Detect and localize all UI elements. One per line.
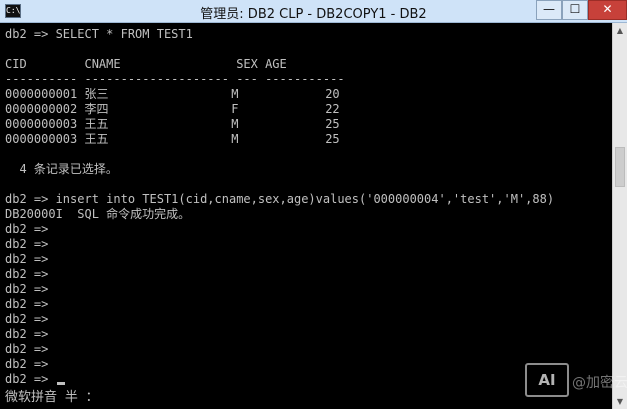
close-button[interactable]: ✕ — [588, 0, 627, 20]
title-bar[interactable]: C:\ 管理员: DB2 CLP - DB2COPY1 - DB2 — ☐ ✕ — [0, 0, 627, 23]
console-line: db2 => — [5, 237, 49, 251]
console-line: db2 => SELECT * FROM TEST1 — [5, 27, 193, 41]
console-line: 0000000001 张三 M 20 — [5, 87, 340, 101]
scroll-thumb[interactable] — [615, 147, 625, 187]
maximize-button[interactable]: ☐ — [562, 0, 588, 20]
console-line: db2 => — [5, 372, 49, 386]
console-line: 0000000003 王五 M 25 — [5, 132, 340, 146]
ime-status-bar[interactable]: 微软拼音 半 ： — [5, 389, 99, 407]
console-line: 0000000003 王五 M 25 — [5, 117, 340, 131]
console-line: 0000000002 李四 F 22 — [5, 102, 340, 116]
console-line: db2 => insert into TEST1(cid,cname,sex,a… — [5, 192, 555, 206]
window-title: 管理员: DB2 CLP - DB2COPY1 - DB2 — [200, 7, 427, 22]
console-line: db2 => — [5, 357, 49, 371]
console-line: 4 条记录已选择。 — [5, 162, 118, 176]
console-line: db2 => — [5, 327, 49, 341]
console-line: db2 => — [5, 222, 49, 236]
console-line: db2 => — [5, 282, 49, 296]
console-line: ---------- -------------------- --- ----… — [5, 72, 345, 86]
scroll-up-icon[interactable]: ▲ — [613, 23, 627, 38]
console-line: db2 => — [5, 312, 49, 326]
console-line: db2 => — [5, 252, 49, 266]
watermark-logo: AI — [525, 363, 569, 397]
console-line: DB20000I SQL 命令成功完成。 — [5, 207, 191, 221]
console-icon[interactable]: C:\ — [5, 4, 21, 18]
console-line: db2 => — [5, 342, 49, 356]
console-line: db2 => — [5, 267, 49, 281]
text-cursor — [57, 382, 65, 385]
console-line: CID CNAME SEX AGE — [5, 57, 287, 71]
scroll-down-icon[interactable]: ▼ — [613, 394, 627, 409]
console-output[interactable]: db2 => SELECT * FROM TEST1 CID CNAME SEX… — [0, 23, 612, 409]
console-line: db2 => — [5, 297, 49, 311]
minimize-button[interactable]: — — [536, 0, 562, 20]
watermark-text: @加密云 — [572, 375, 627, 391]
vertical-scrollbar[interactable]: ▲ ▼ — [612, 23, 627, 409]
